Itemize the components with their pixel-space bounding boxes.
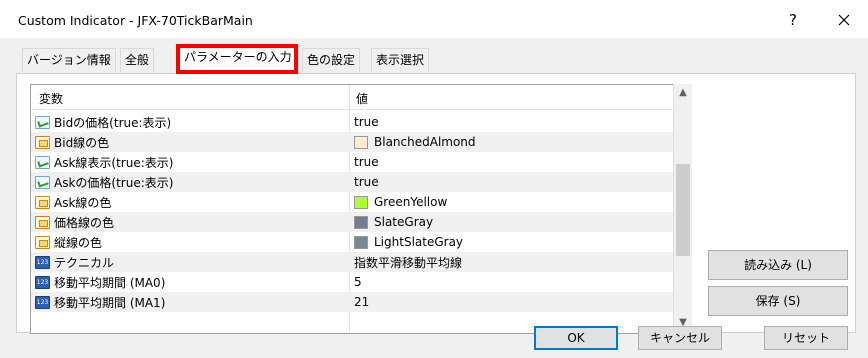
table-row[interactable]: 123 テクニカル 指数平滑移動平均線 — [31, 252, 674, 272]
param-value: BlanchedAlmond — [374, 135, 476, 149]
table-row[interactable]: Bid線の色 BlanchedAlmond — [31, 132, 674, 152]
tab-general[interactable]: 全般 — [120, 48, 155, 72]
param-value: GreenYellow — [374, 195, 448, 209]
table-row[interactable]: Bidの価格(true:表示) true — [31, 112, 674, 132]
numeric-param-icon: 123 — [35, 295, 50, 309]
param-name: Askの価格(true:表示) — [54, 175, 174, 190]
param-value: true — [354, 115, 379, 129]
param-name: Ask線の色 — [54, 195, 112, 210]
param-value: true — [354, 175, 379, 189]
close-icon — [838, 14, 850, 26]
scroll-thumb[interactable] — [676, 164, 690, 256]
tab-display-select[interactable]: 表示選択 — [371, 48, 430, 72]
boolean-param-icon — [35, 115, 50, 129]
table-row[interactable]: 123 移動平均期間 (MA0) 5 — [31, 272, 674, 292]
tab-parameters[interactable]: パラメーターの入力 — [176, 44, 298, 74]
color-param-icon — [35, 195, 50, 209]
table-row[interactable]: 123 移動平均期間 (MA1) 21 — [31, 292, 674, 312]
param-value: true — [354, 155, 379, 169]
grid-header: 変数 値 — [31, 85, 674, 110]
reset-button[interactable]: リセット — [764, 326, 848, 350]
color-swatch — [354, 195, 368, 209]
help-button[interactable]: ? — [782, 9, 804, 31]
table-row[interactable]: Ask線表示(true:表示) true — [31, 152, 674, 172]
load-button[interactable]: 読み込み (L) — [708, 250, 848, 280]
scroll-up-arrow-icon[interactable]: ▲ — [674, 84, 692, 102]
table-row[interactable]: Askの価格(true:表示) true — [31, 172, 674, 192]
window-title: Custom Indicator - JFX-70TickBarMain — [18, 13, 253, 28]
ok-button[interactable]: OK — [534, 326, 618, 350]
color-param-icon — [35, 215, 50, 229]
param-name: Bidの価格(true:表示) — [54, 115, 172, 130]
param-value: 5 — [354, 275, 362, 289]
param-name: 移動平均期間 (MA1) — [54, 295, 166, 310]
numeric-param-icon: 123 — [35, 255, 50, 269]
color-swatch — [354, 215, 368, 229]
color-param-icon — [35, 135, 50, 149]
boolean-param-icon — [35, 155, 50, 169]
param-name: テクニカル — [54, 255, 115, 270]
header-value: 値 — [356, 92, 369, 106]
color-swatch — [354, 135, 368, 149]
param-value: 指数平滑移動平均線 — [354, 255, 463, 270]
param-name: Ask線表示(true:表示) — [54, 155, 174, 170]
tab-color-settings[interactable]: 色の設定 — [302, 48, 361, 72]
param-name: 縦線の色 — [54, 235, 103, 250]
color-swatch — [354, 235, 368, 249]
boolean-param-icon — [35, 175, 50, 189]
tab-version-info[interactable]: バージョン情報 — [22, 48, 116, 72]
table-row[interactable]: 価格線の色 SlateGray — [31, 212, 674, 232]
param-value: LightSlateGray — [374, 235, 464, 249]
table-row[interactable]: 縦線の色 LightSlateGray — [31, 232, 674, 252]
parameter-grid[interactable]: 変数 値 Bidの価格(true:表示) true Bid線の色 Blanche… — [30, 84, 675, 334]
save-button[interactable]: 保存 (S) — [708, 286, 848, 316]
param-name: Bid線の色 — [54, 135, 110, 150]
table-row[interactable]: Ask線の色 GreenYellow — [31, 192, 674, 212]
param-value: SlateGray — [374, 215, 434, 229]
vertical-scrollbar[interactable]: ▲ ▼ — [673, 84, 692, 334]
param-value: 21 — [354, 295, 370, 309]
title-bar: Custom Indicator - JFX-70TickBarMain ? — [0, 0, 868, 38]
param-name: 移動平均期間 (MA0) — [54, 275, 166, 290]
numeric-param-icon: 123 — [35, 275, 50, 289]
header-variable: 変数 — [39, 92, 64, 106]
cancel-button[interactable]: キャンセル — [638, 326, 722, 350]
color-param-icon — [35, 235, 50, 249]
param-name: 価格線の色 — [54, 215, 115, 230]
close-button[interactable] — [832, 8, 856, 32]
